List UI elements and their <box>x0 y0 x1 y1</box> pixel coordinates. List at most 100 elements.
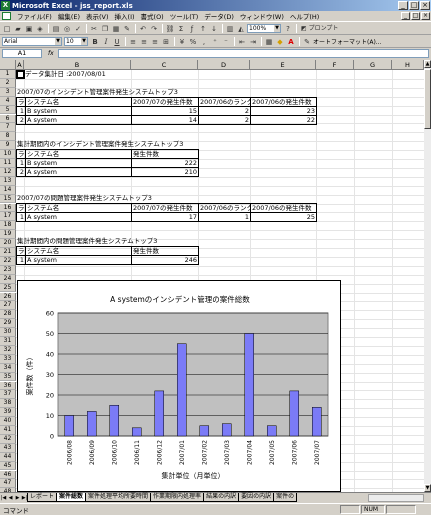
scroll-thumb[interactable] <box>424 69 431 129</box>
fill-color-icon[interactable]: ◆ <box>275 37 285 47</box>
row-header[interactable]: 14 <box>0 185 16 195</box>
hyperlink-icon[interactable]: ⛓ <box>165 24 175 34</box>
row-header[interactable]: 19 <box>0 230 16 240</box>
font-size-select[interactable]: 10 ▼ <box>64 37 88 46</box>
row-header[interactable]: 13 <box>0 176 16 186</box>
row-header[interactable]: 15 <box>0 194 16 204</box>
paste-icon[interactable]: ▦ <box>111 24 121 34</box>
autoformat-button[interactable]: オートフォーマット(A)... <box>313 37 382 46</box>
fx-icon[interactable]: fx <box>48 50 54 57</box>
row-header[interactable]: 24 <box>0 274 16 284</box>
vertical-scrollbar[interactable]: ▲ ▼ <box>424 60 431 492</box>
worksheet-grid[interactable]: A B C D E F G H 1 2 3 4 5 6 7 8 9 10 11 12 13 14 15 16 1… <box>0 60 424 492</box>
increase-indent-icon[interactable]: ⇥ <box>248 37 258 47</box>
column-header-d[interactable]: D <box>198 60 250 70</box>
align-center-icon[interactable]: ≡ <box>139 37 149 47</box>
underline-icon[interactable]: U <box>112 37 122 47</box>
row-header[interactable]: 29 <box>0 319 16 329</box>
row-header[interactable]: 44 <box>0 452 16 462</box>
comma-icon[interactable]: , <box>199 37 209 47</box>
tab-deadline-rate[interactable]: 作業期限内処理率 <box>150 493 205 502</box>
menu-help[interactable]: ヘルプ(H) <box>287 11 322 21</box>
row-header[interactable]: 25 <box>0 283 16 293</box>
row-header[interactable]: 4 <box>0 96 16 106</box>
menu-format[interactable]: 書式(O) <box>138 11 167 21</box>
font-name-select[interactable]: Arial ▼ <box>2 37 62 46</box>
save-icon[interactable]: ▣ <box>24 24 34 34</box>
row-header[interactable]: 38 <box>0 399 16 409</box>
row-header[interactable]: 20 <box>0 239 16 248</box>
next-sheet-icon[interactable]: ▶ <box>14 494 21 502</box>
row-header[interactable]: 26 <box>0 292 16 302</box>
tab-report[interactable]: レポート <box>27 493 58 502</box>
menu-tools[interactable]: ツール(T) <box>167 11 202 21</box>
merge-center-icon[interactable]: ⊞ <box>161 37 171 47</box>
row-header[interactable]: 11 <box>0 159 16 168</box>
workbook-restore-button[interactable]: □ <box>411 12 420 20</box>
column-header-g[interactable]: G <box>354 60 392 70</box>
tab-result-breakdown[interactable]: 結果の内訳 <box>203 493 240 502</box>
font-color-icon[interactable]: A <box>286 37 296 47</box>
row-header[interactable]: 31 <box>0 337 16 346</box>
borders-icon[interactable]: ▦ <box>264 37 274 47</box>
name-box[interactable]: A1 <box>2 49 42 58</box>
row-header[interactable]: 32 <box>0 345 16 355</box>
increase-decimal-icon[interactable]: ⁺ <box>210 37 220 47</box>
new-icon[interactable]: □ <box>2 24 12 34</box>
row-header[interactable]: 3 <box>0 87 16 97</box>
redo-icon[interactable]: ↷ <box>149 24 159 34</box>
row-header[interactable]: 23 <box>0 265 16 275</box>
row-header[interactable]: 37 <box>0 390 16 400</box>
function-icon[interactable]: ƒ <box>187 24 197 34</box>
column-header-f[interactable]: F <box>316 60 354 70</box>
row-header[interactable]: 21 <box>0 248 16 257</box>
italic-icon[interactable]: I <box>101 37 111 47</box>
decrease-indent-icon[interactable]: ⇤ <box>237 37 247 47</box>
decrease-decimal-icon[interactable]: ⁻ <box>221 37 231 47</box>
menu-view[interactable]: 表示(V) <box>83 11 112 21</box>
column-header-a[interactable]: A <box>16 60 24 70</box>
menu-insert[interactable]: 挿入(I) <box>112 11 138 21</box>
incident-chart[interactable]: A systemのインシデント管理の案件総数 0 10 20 30 40 50 60 2006… <box>17 280 341 492</box>
sort-descending-icon[interactable]: ↓ <box>209 24 219 34</box>
tab-cases[interactable]: 案件の <box>273 493 298 502</box>
spelling-icon[interactable]: ✓ <box>73 24 83 34</box>
minimize-button[interactable]: _ <box>398 1 408 10</box>
menu-window[interactable]: ウィンドウ(W) <box>237 11 287 21</box>
row-header[interactable]: 33 <box>0 354 16 364</box>
open-icon[interactable]: ▰ <box>13 24 23 34</box>
select-all-corner[interactable] <box>0 60 16 70</box>
row-header[interactable]: 39 <box>0 408 16 418</box>
workbook-close-button[interactable]: × <box>421 12 430 20</box>
copy-icon[interactable]: ❐ <box>100 24 110 34</box>
column-header-h[interactable]: H <box>392 60 424 70</box>
row-header[interactable]: 34 <box>0 363 16 373</box>
row-header[interactable]: 8 <box>0 132 16 142</box>
tab-cause-breakdown[interactable]: 要因の内訳 <box>238 493 275 502</box>
row-header[interactable]: 1 <box>0 70 16 79</box>
cut-icon[interactable]: ✂ <box>89 24 99 34</box>
row-header[interactable]: 9 <box>0 141 16 151</box>
row-header[interactable]: 36 <box>0 381 16 391</box>
first-sheet-icon[interactable]: |◀ <box>0 494 7 502</box>
percent-icon[interactable]: % <box>188 37 198 47</box>
menu-edit[interactable]: 編集(E) <box>55 11 83 21</box>
workbook-minimize-button[interactable]: _ <box>401 12 410 20</box>
row-header[interactable]: 17 <box>0 212 16 222</box>
row-header[interactable]: 27 <box>0 301 16 311</box>
row-header[interactable]: 43 <box>0 443 16 453</box>
row-header[interactable]: 10 <box>0 150 16 159</box>
zoom-select[interactable]: 100% ▼ <box>247 24 281 33</box>
scroll-up-icon[interactable]: ▲ <box>424 60 431 68</box>
align-right-icon[interactable]: ≡ <box>150 37 160 47</box>
row-header[interactable]: 22 <box>0 256 16 266</box>
menu-file[interactable]: ファイル(F) <box>14 11 55 21</box>
row-header[interactable]: 16 <box>0 203 16 213</box>
autoformat-icon[interactable]: ✎ <box>302 37 312 47</box>
row-header[interactable]: 6 <box>0 114 16 124</box>
prompt-button[interactable]: ◩ プロンプト <box>299 24 340 34</box>
chart-wizard-icon[interactable]: ▥ <box>225 24 235 34</box>
row-header[interactable]: 12 <box>0 167 16 177</box>
workbook-icon[interactable] <box>2 12 11 20</box>
row-header[interactable]: 35 <box>0 372 16 382</box>
